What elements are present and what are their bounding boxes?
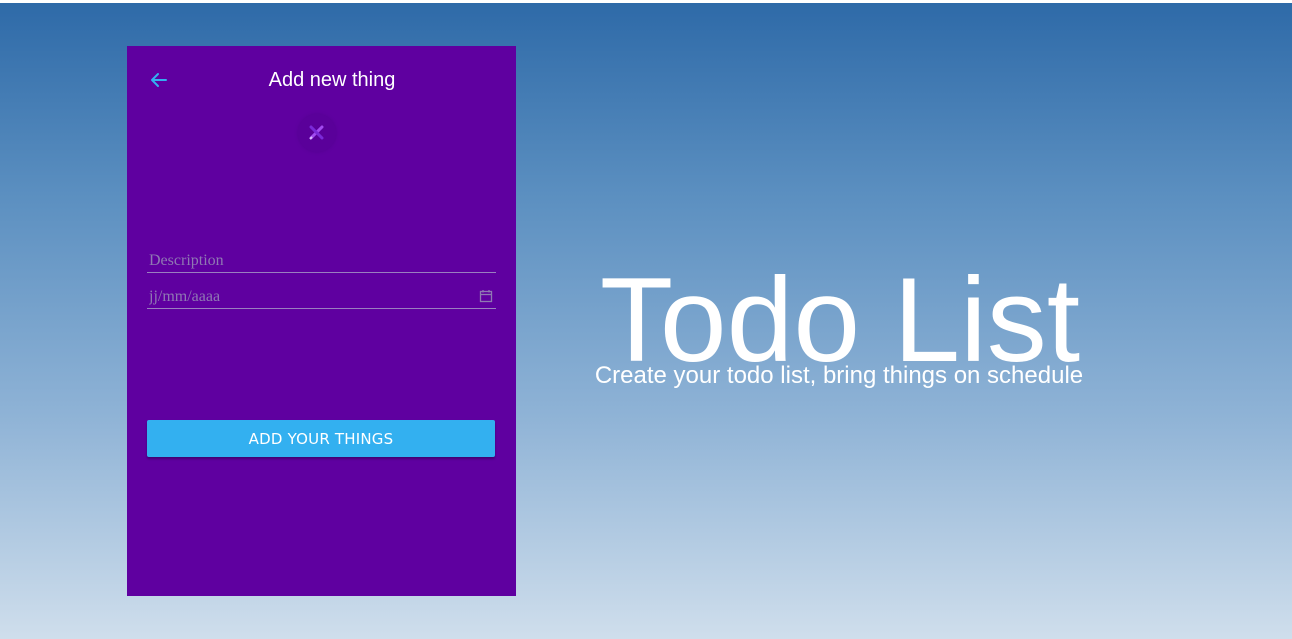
calendar-icon[interactable] xyxy=(479,289,493,303)
pencil-ruler-icon xyxy=(309,125,324,140)
add-thing-panel: Add new thing ADD YOUR THINGS xyxy=(127,46,516,596)
panel-title: Add new thing xyxy=(268,69,396,91)
hero-subtitle: Create your todo list, bring things on s… xyxy=(594,362,1084,389)
add-your-things-button[interactable]: ADD YOUR THINGS xyxy=(147,420,495,457)
description-input[interactable] xyxy=(147,249,496,273)
tool-button[interactable] xyxy=(298,114,336,152)
date-input[interactable] xyxy=(147,285,496,309)
